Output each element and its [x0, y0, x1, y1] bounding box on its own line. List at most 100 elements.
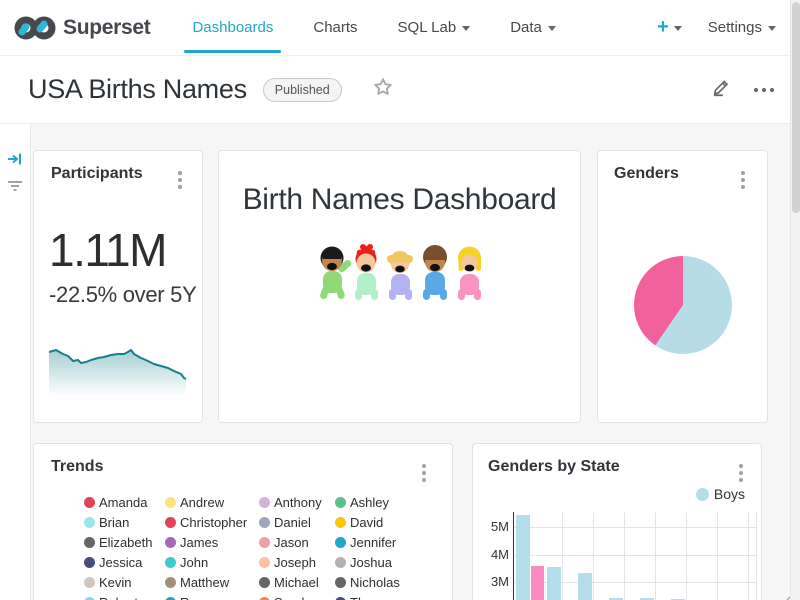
legend-item[interactable]: Robert	[84, 592, 165, 600]
legend-label: Ryan	[180, 595, 210, 600]
legend-dot	[84, 597, 95, 600]
legend-item[interactable]: Michael	[259, 572, 335, 592]
legend-item[interactable]: Ryan	[165, 592, 259, 600]
genders-by-state-bar-chart[interactable]	[513, 512, 756, 600]
nav-data[interactable]: Data	[490, 0, 576, 56]
legend-dot	[335, 597, 346, 600]
y-axis-tick-label: 5M	[475, 519, 509, 534]
navbar: Superset Dashboards Charts SQL Lab Data …	[0, 0, 800, 56]
legend-label: Matthew	[180, 575, 229, 590]
legend-dot	[335, 577, 346, 588]
legend-item[interactable]: Matthew	[165, 572, 259, 592]
legend-item[interactable]: James	[165, 532, 259, 552]
filter-bar-collapsed	[0, 124, 31, 600]
gridline	[624, 512, 625, 600]
kebab-menu-icon[interactable]	[735, 460, 747, 486]
legend-item[interactable]: Sarah	[259, 592, 335, 600]
chevron-down-icon	[674, 26, 682, 31]
legend-item[interactable]: Daniel	[259, 512, 335, 532]
nav-sql-lab[interactable]: SQL Lab	[378, 0, 491, 56]
legend-label: Michael	[274, 575, 319, 590]
favorite-star-icon[interactable]	[372, 76, 394, 103]
gridline	[748, 512, 749, 600]
bar-boys[interactable]	[547, 567, 561, 600]
legend-item[interactable]: Ashley	[335, 492, 445, 512]
scrollbar-thumb[interactable]	[792, 2, 800, 213]
legend-dot	[696, 488, 709, 501]
superset-logo[interactable]: Superset	[14, 13, 150, 43]
expand-filter-bar-icon[interactable]	[7, 152, 23, 171]
legend-item[interactable]: Elizabeth	[84, 532, 165, 552]
card-title: Participants	[51, 165, 143, 183]
legend-item[interactable]: Nicholas	[335, 572, 445, 592]
legend-item[interactable]: Joseph	[259, 552, 335, 572]
legend-item[interactable]: David	[335, 512, 445, 532]
page-title: USA Births Names	[28, 74, 247, 105]
legend-dot	[84, 517, 95, 528]
page-scrollbar[interactable]	[790, 0, 800, 600]
legend-label: Joseph	[274, 555, 316, 570]
legend-item[interactable]: John	[165, 552, 259, 572]
legend-dot	[84, 557, 95, 568]
kebab-menu-icon[interactable]	[174, 167, 186, 193]
legend-dot	[335, 537, 346, 548]
legend-item[interactable]: Jennifer	[335, 532, 445, 552]
bar-boys[interactable]	[578, 573, 592, 600]
chevron-down-icon	[462, 26, 470, 31]
legend-item[interactable]: Brian	[84, 512, 165, 532]
legend-item[interactable]: Andrew	[165, 492, 259, 512]
edit-pencil-icon[interactable]	[710, 76, 732, 103]
published-badge[interactable]: Published	[263, 78, 342, 102]
participants-sparkline-chart[interactable]	[49, 346, 191, 394]
legend-dot	[165, 497, 176, 508]
nav-charts[interactable]: Charts	[293, 0, 377, 56]
legend-dot	[165, 537, 176, 548]
kebab-menu-icon[interactable]	[418, 460, 430, 486]
legend-label: Kevin	[99, 575, 132, 590]
legend-item[interactable]: Joshua	[335, 552, 445, 572]
trends-legend: AmandaAndrew Anthony Ashley Brian Christophe…	[84, 492, 445, 600]
legend-item[interactable]: Kevin	[84, 572, 165, 592]
new-item-button[interactable]: +	[657, 16, 682, 39]
markdown-card: Birth Names Dashboard	[218, 150, 581, 423]
bar-boys[interactable]	[516, 515, 530, 600]
legend-label: Robert	[99, 595, 138, 600]
filter-funnel-icon[interactable]	[6, 179, 24, 198]
legend-item[interactable]: Anthony	[259, 492, 335, 512]
legend-label: Nicholas	[350, 575, 400, 590]
legend-item[interactable]: Jessica	[84, 552, 165, 572]
legend-label: Daniel	[274, 515, 311, 530]
legend-label: Anthony	[274, 495, 322, 510]
bar-girls[interactable]	[531, 566, 545, 600]
genders-by-state-card: Genders by State Boys 5M4M3M	[472, 443, 762, 600]
dashboard-header: USA Births Names Published	[0, 56, 800, 124]
legend-item[interactable]: Thomas	[335, 592, 445, 600]
boys-legend-item[interactable]: Boys	[696, 486, 745, 502]
genders-card: Genders	[597, 150, 768, 423]
header-actions	[710, 76, 778, 103]
legend-dot	[165, 597, 176, 600]
legend-dot	[165, 557, 176, 568]
legend-dot	[335, 557, 346, 568]
legend-label: Ashley	[350, 495, 389, 510]
legend-item[interactable]: Amanda	[84, 492, 165, 512]
big-number-value: 1.11M	[49, 223, 166, 277]
card-title: Trends	[51, 458, 103, 476]
legend-label: James	[180, 535, 218, 550]
nav-dashboards[interactable]: Dashboards	[172, 0, 293, 56]
genders-pie-chart[interactable]	[634, 256, 732, 354]
legend-dot	[84, 497, 95, 508]
legend-dot	[165, 577, 176, 588]
kebab-menu-icon[interactable]	[737, 167, 749, 193]
y-axis-tick-label: 3M	[475, 574, 509, 589]
legend-item[interactable]: Jason	[259, 532, 335, 552]
legend-label: Christopher	[180, 515, 247, 530]
legend-label: Brian	[99, 515, 129, 530]
y-axis-line	[513, 512, 514, 600]
more-actions-icon[interactable]	[750, 84, 778, 96]
legend-dot	[259, 597, 270, 600]
legend-dot	[84, 577, 95, 588]
legend-item[interactable]: Christopher	[165, 512, 259, 532]
settings-menu[interactable]: Settings	[708, 19, 776, 36]
gridline	[593, 512, 594, 600]
